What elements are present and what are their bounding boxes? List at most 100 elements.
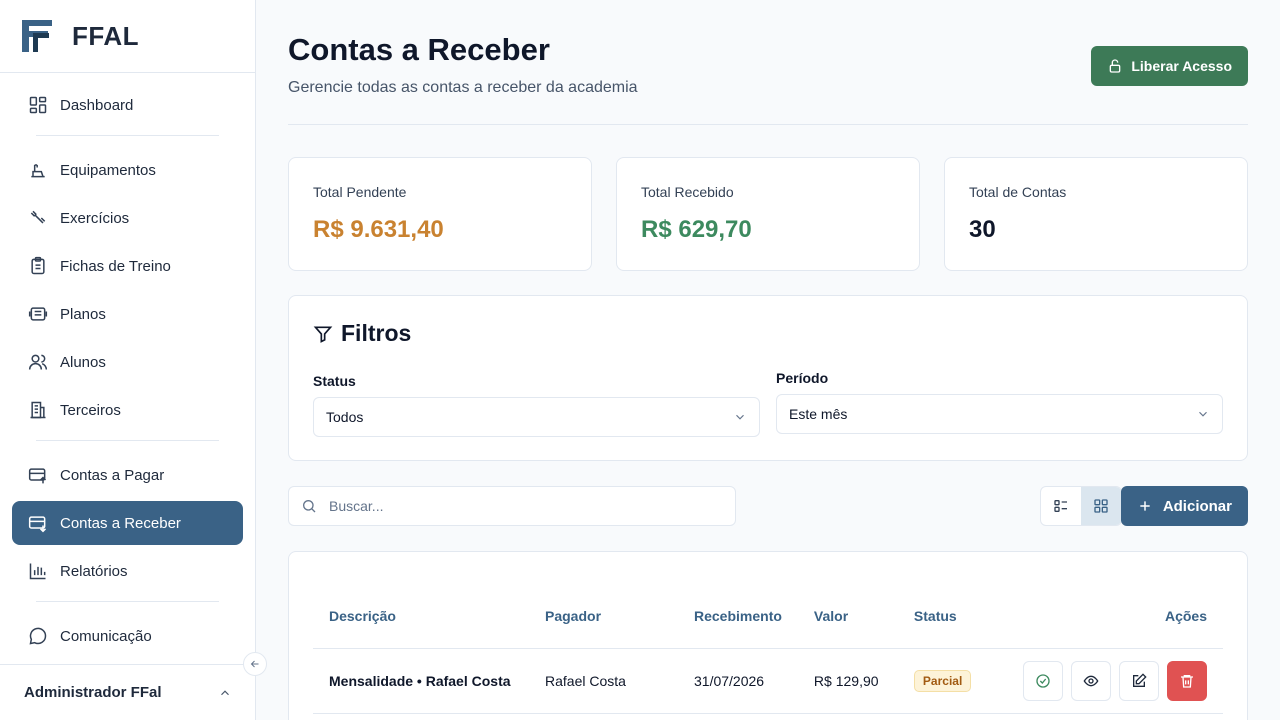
- sidebar-item-label: Planos: [60, 305, 106, 323]
- stat-card-pending: Total Pendente R$ 9.631,40: [288, 157, 592, 271]
- stat-label: Total de Contas: [969, 184, 1067, 200]
- users-icon: [28, 352, 48, 372]
- sidebar-item-equipamentos[interactable]: Equipamentos: [12, 148, 243, 192]
- sidebar-item-label: Comunicação: [60, 627, 152, 645]
- period-filter: Período Este mês: [776, 370, 1223, 434]
- stat-value: 30: [969, 216, 996, 243]
- page-subtitle: Gerencie todas as contas a receber da ac…: [288, 79, 638, 96]
- sidebar-item-alunos[interactable]: Alunos: [12, 340, 243, 384]
- sidebar-item-dashboard[interactable]: Dashboard: [12, 83, 243, 127]
- cell-actions: [997, 648, 1223, 714]
- receivables-table: Descrição Pagador Recebimento Valor Stat…: [313, 584, 1223, 714]
- release-access-label: Liberar Acesso: [1131, 58, 1232, 74]
- ffal-logo-icon: [22, 20, 52, 52]
- column-header[interactable]: Pagador: [529, 584, 678, 649]
- add-button-label: Adicionar: [1162, 497, 1232, 515]
- collapse-sidebar-button[interactable]: [243, 652, 267, 676]
- stat-label: Total Pendente: [313, 184, 407, 200]
- page-header: Contas a Receber Gerencie todas as conta…: [288, 0, 1248, 125]
- sidebar-item-label: Exercícios: [60, 209, 130, 227]
- chevron-down-icon: [1199, 411, 1207, 417]
- chat-icon: [28, 626, 48, 646]
- status-value: Todos: [326, 409, 364, 425]
- sidebar-item-fichas[interactable]: Fichas de Treino: [12, 244, 243, 288]
- brand[interactable]: FFAL: [0, 0, 255, 73]
- release-access-button[interactable]: Liberar Acesso: [1091, 46, 1248, 86]
- sidebar-item-label: Contas a Pagar: [60, 466, 165, 484]
- sidebar-item-planos[interactable]: Planos: [12, 292, 243, 336]
- view-button[interactable]: [1071, 660, 1111, 701]
- filters-title: Filtros: [313, 320, 1223, 347]
- search-box: [288, 486, 736, 526]
- sidebar-item-contas-receber[interactable]: Contas a Receber: [12, 501, 243, 545]
- divider: [36, 601, 219, 602]
- sidebar-item-terceiros[interactable]: Terceiros: [12, 388, 243, 432]
- grid-view-button[interactable]: [1081, 487, 1121, 525]
- edit-button[interactable]: [1119, 660, 1159, 701]
- sidebar-item-label: Terceiros: [60, 401, 121, 419]
- receivable-icon: [28, 513, 48, 533]
- delete-button[interactable]: [1167, 660, 1207, 701]
- sidebar: FFAL Dashboard Equipamentos Exercícios F…: [0, 0, 256, 720]
- grid-view-icon: [1094, 499, 1108, 513]
- divider: [36, 440, 219, 441]
- column-header: Ações: [997, 584, 1223, 649]
- plus-icon: [1140, 501, 1150, 511]
- toolbar: Adicionar: [288, 486, 1248, 526]
- clipboard-icon: [28, 256, 48, 276]
- mark-received-button[interactable]: [1023, 660, 1063, 701]
- period-value: Este mês: [789, 406, 848, 422]
- search-icon: [303, 500, 316, 513]
- trash-icon: [1181, 674, 1193, 688]
- table-header-row: Descrição Pagador Recebimento Valor Stat…: [313, 584, 1223, 649]
- exercise-icon: [28, 208, 48, 228]
- chevron-up-icon: [221, 689, 229, 695]
- status-filter: Status Todos: [313, 373, 760, 437]
- stat-value: R$ 9.631,40: [313, 216, 444, 243]
- chart-icon: [28, 561, 48, 581]
- equipment-icon: [28, 160, 48, 180]
- sidebar-item-comunicacao[interactable]: Comunicação: [12, 614, 243, 658]
- main-content: Contas a Receber Gerencie todas as conta…: [288, 0, 1248, 720]
- column-header[interactable]: Recebimento: [678, 584, 798, 649]
- table-row[interactable]: Mensalidade • Rafael Costa Rafael Costa …: [313, 648, 1223, 714]
- sidebar-item-exercicios[interactable]: Exercícios: [12, 196, 243, 240]
- lock-icon: [1110, 59, 1121, 73]
- plans-icon: [28, 304, 48, 324]
- cell-valor: R$ 129,90: [797, 648, 898, 714]
- edit-icon: [1133, 672, 1147, 687]
- search-input[interactable]: [329, 498, 709, 514]
- add-button[interactable]: Adicionar: [1120, 486, 1248, 526]
- sidebar-item-label: Alunos: [60, 353, 106, 371]
- stat-value: R$ 629,70: [641, 216, 752, 243]
- sidebar-item-label: Fichas de Treino: [60, 257, 171, 275]
- view-toggle: [1040, 486, 1122, 526]
- stat-card-received: Total Recebido R$ 629,70: [616, 157, 920, 271]
- user-menu[interactable]: Administrador FFal: [0, 664, 256, 720]
- status-select[interactable]: Todos: [313, 397, 760, 437]
- eye-icon: [1083, 675, 1099, 686]
- column-header[interactable]: Descrição: [313, 584, 529, 649]
- period-select[interactable]: Este mês: [776, 394, 1223, 434]
- sidebar-item-label: Equipamentos: [60, 161, 156, 179]
- column-header[interactable]: Status: [897, 584, 998, 649]
- check-circle-icon: [1036, 673, 1050, 688]
- brand-name: FFAL: [72, 20, 139, 51]
- cell-status: Parcial: [897, 648, 998, 714]
- status-badge: Parcial: [913, 669, 972, 692]
- sidebar-item-relatorios[interactable]: Relatórios: [12, 549, 243, 593]
- divider: [36, 135, 219, 136]
- list-view-icon: [1054, 500, 1067, 512]
- arrow-left-icon: [250, 660, 259, 668]
- cell-pagador: Rafael Costa: [529, 648, 678, 714]
- list-view-button[interactable]: [1041, 487, 1081, 525]
- column-header[interactable]: Valor: [797, 584, 898, 649]
- cell-descricao: Mensalidade • Rafael Costa: [313, 648, 529, 714]
- chevron-down-icon: [736, 414, 744, 420]
- user-name: Administrador FFal: [24, 684, 162, 701]
- stats-row: Total Pendente R$ 9.631,40 Total Recebid…: [288, 157, 1248, 271]
- period-label: Período: [776, 370, 829, 386]
- filters-title-text: Filtros: [341, 320, 412, 346]
- sidebar-item-contas-pagar[interactable]: Contas a Pagar: [12, 453, 243, 497]
- receivables-table-card: Descrição Pagador Recebimento Valor Stat…: [288, 551, 1248, 720]
